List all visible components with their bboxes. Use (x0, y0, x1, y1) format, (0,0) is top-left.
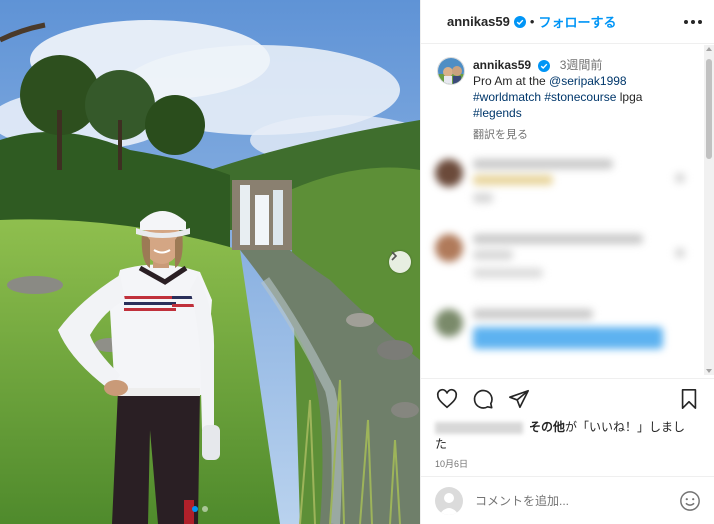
heart-icon[interactable] (435, 387, 459, 411)
caption-tags: #worldmatch #stonecourse lpga (473, 89, 642, 105)
blurred-comment (435, 305, 695, 359)
blurred-liker-name (435, 421, 523, 434)
caption-prefix: Pro Am at the (473, 74, 550, 88)
comment-box (421, 476, 714, 524)
avatar (435, 486, 463, 515)
post-photo[interactable] (0, 0, 420, 524)
carousel-dot (202, 506, 208, 512)
post-actions: その他が「いいね！」しまし た 10月6日 (421, 378, 714, 470)
comments-scroll-area[interactable]: annikas59 3週間前 Pro Am at the @seripak199… (421, 45, 714, 375)
golf-course-photo (0, 0, 420, 524)
emoji-icon[interactable] (679, 490, 701, 512)
follow-button[interactable]: フォローする (538, 12, 616, 31)
hashtag-link[interactable]: #worldmatch (473, 90, 541, 104)
next-image-button[interactable] (389, 251, 411, 273)
comment-input[interactable] (475, 493, 655, 508)
carousel-dot (192, 506, 198, 512)
caption-username[interactable]: annikas59 (473, 58, 531, 72)
translate-link[interactable]: 翻訳を見る (473, 127, 642, 143)
scrollbar-thumb[interactable] (706, 59, 712, 159)
post-time: 3週間前 (559, 58, 603, 72)
likes-text-end: た (435, 437, 448, 451)
bookmark-icon[interactable] (677, 387, 701, 411)
caption-text: Pro Am at the @seripak1998 (473, 73, 642, 89)
hashtag-link[interactable]: #legends (473, 106, 522, 120)
post-date: 10月6日 (435, 459, 469, 469)
chevron-right-icon (391, 251, 398, 261)
likes-summary[interactable]: その他が「いいね！」しまし た (421, 419, 714, 453)
likes-text: が「いいね！」しまし (565, 420, 686, 434)
header-username[interactable]: annikas59 (447, 14, 510, 29)
post-sidebar: annikas59 • フォローする annikas59 3週間前 Pro Am… (420, 0, 714, 524)
blurred-comment (435, 230, 695, 284)
avatar[interactable] (437, 57, 465, 85)
likes-others: その他 (529, 420, 566, 434)
verified-badge-icon (513, 15, 526, 28)
header-separator: • (529, 14, 535, 29)
comment-icon[interactable] (471, 387, 495, 411)
carousel-indicator (192, 506, 208, 512)
more-options-icon[interactable] (684, 19, 702, 24)
hashtag-link[interactable]: #stonecourse (544, 90, 616, 104)
post-caption: annikas59 3週間前 Pro Am at the @seripak199… (421, 45, 714, 143)
caption-word: lpga (619, 90, 643, 104)
post-header: annikas59 • フォローする (421, 0, 714, 44)
action-icons (421, 379, 714, 419)
comments-scrollbar[interactable] (704, 45, 714, 375)
blurred-comment (435, 155, 695, 209)
share-icon[interactable] (507, 387, 531, 411)
verified-badge-icon (538, 59, 551, 72)
mention-link[interactable]: @seripak1998 (549, 74, 627, 88)
